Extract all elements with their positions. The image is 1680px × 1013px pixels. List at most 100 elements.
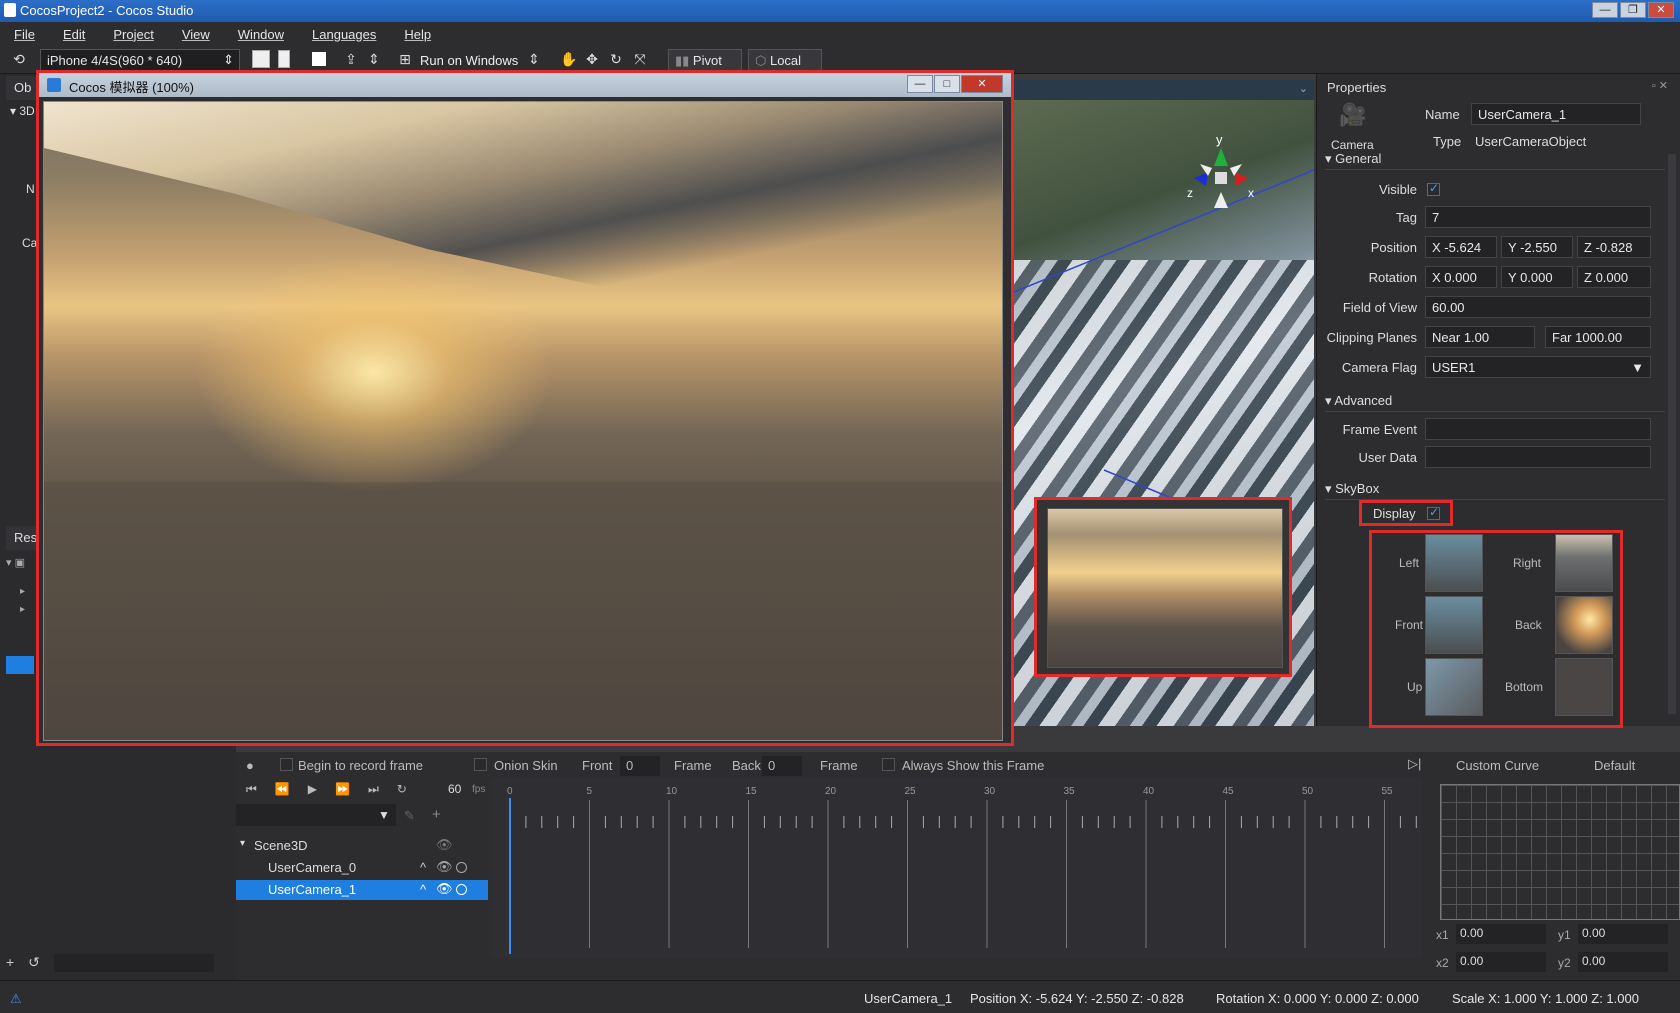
panel-pin-close-icons[interactable]: ▫ ✕ bbox=[1652, 79, 1668, 92]
record-checkbox[interactable] bbox=[280, 758, 293, 771]
chevron-updown-icon[interactable]: ⇕ bbox=[525, 50, 543, 68]
rotation-y-field[interactable]: Y 0.000 bbox=[1501, 266, 1573, 288]
sim-close-button[interactable]: ✕ bbox=[961, 75, 1003, 93]
timeline-ruler[interactable]: 0 5 10 15 20 25 30 35 40 45 50 55 bbox=[492, 778, 1433, 958]
section-general[interactable]: ▾ General bbox=[1325, 148, 1665, 170]
x2-field[interactable]: 0.00 bbox=[1456, 952, 1546, 972]
refresh-icon[interactable]: ↺ bbox=[28, 954, 40, 970]
lock-circle-icon[interactable] bbox=[456, 862, 467, 873]
add-icon[interactable]: + bbox=[6, 954, 14, 970]
rotate-device-icon[interactable]: ⟲ bbox=[10, 50, 28, 68]
camera-flag-select[interactable]: USER1 ▼ bbox=[1425, 356, 1651, 378]
section-advanced[interactable]: ▾ Advanced bbox=[1325, 390, 1665, 412]
simulator-window[interactable]: Cocos 模拟器 (100%) — □ ✕ bbox=[36, 70, 1014, 746]
move-tool-icon[interactable]: ✥ bbox=[583, 50, 601, 68]
local-button[interactable]: ⬡ Local bbox=[748, 49, 822, 71]
warning-icon[interactable]: ⚠ bbox=[10, 991, 22, 1007]
always-show-checkbox[interactable] bbox=[882, 758, 895, 771]
eye-icon[interactable]: 👁 bbox=[436, 881, 453, 897]
properties-scrollbar[interactable] bbox=[1668, 154, 1676, 714]
gizmo-center[interactable] bbox=[1215, 172, 1227, 184]
chevron-updown-icon[interactable]: ⇕ bbox=[365, 50, 383, 68]
record-icon[interactable]: ● bbox=[246, 758, 254, 773]
device-select[interactable]: iPhone 4/4S(960 * 640) ⇕ bbox=[40, 49, 240, 71]
simulator-titlebar[interactable]: Cocos 模拟器 (100%) — □ ✕ bbox=[39, 73, 1011, 97]
rotation-x-field[interactable]: X 0.000 bbox=[1425, 266, 1497, 288]
curve-grid[interactable] bbox=[1440, 784, 1680, 920]
prev-frame-icon[interactable]: ⏪ bbox=[275, 782, 290, 797]
axis-z-cone[interactable] bbox=[1194, 172, 1208, 186]
play-icon[interactable]: ▶ bbox=[308, 782, 317, 797]
sim-minimize-button[interactable]: — bbox=[907, 75, 933, 93]
user-data-field[interactable] bbox=[1425, 446, 1651, 468]
face-front-thumb[interactable] bbox=[1425, 596, 1483, 654]
hand-tool-icon[interactable]: ✋ bbox=[560, 50, 578, 68]
fov-field[interactable]: 60.00 bbox=[1425, 296, 1651, 318]
next-frame-icon[interactable]: ⏩ bbox=[335, 782, 350, 797]
menu-edit[interactable]: Edit bbox=[63, 27, 85, 42]
face-right-thumb[interactable] bbox=[1555, 534, 1613, 592]
face-bottom-thumb[interactable] bbox=[1555, 658, 1613, 716]
pivot-button[interactable]: ▮▮ Pivot bbox=[668, 49, 742, 71]
chevron-down-icon[interactable]: ⌄ bbox=[1299, 82, 1308, 95]
position-z-field[interactable]: Z -0.828 bbox=[1577, 236, 1651, 258]
axis-neg-y-cone[interactable] bbox=[1214, 192, 1228, 208]
chevron-up-icon[interactable]: ^ bbox=[420, 882, 426, 897]
close-button[interactable]: ✕ bbox=[1648, 2, 1674, 18]
first-frame-icon[interactable]: ⏮ bbox=[246, 782, 257, 797]
axis-x-cone[interactable] bbox=[1234, 172, 1248, 186]
y2-field[interactable]: 0.00 bbox=[1578, 952, 1668, 972]
rotate-tool-icon[interactable]: ↻ bbox=[607, 50, 625, 68]
chevron-up-icon[interactable]: ^ bbox=[420, 860, 426, 875]
menu-help[interactable]: Help bbox=[404, 27, 431, 42]
dropdown-arrow-icon[interactable]: ▼ bbox=[378, 808, 390, 822]
tree-item-3d[interactable]: ▾ 3D bbox=[10, 104, 35, 118]
publish-icon[interactable]: ⇪ bbox=[342, 50, 360, 68]
front-field[interactable]: 0 bbox=[620, 756, 660, 776]
tree-row-usercamera-1-selected[interactable]: UserCamera_1 ^ 👁 bbox=[236, 880, 488, 900]
loop-icon[interactable]: ↻ bbox=[397, 782, 407, 797]
run-target-label[interactable]: Run on Windows bbox=[420, 53, 518, 68]
landscape-icon[interactable] bbox=[252, 50, 270, 68]
frame-event-field[interactable] bbox=[1425, 418, 1651, 440]
search-input[interactable] bbox=[53, 954, 214, 973]
lock-circle-icon[interactable] bbox=[456, 884, 467, 895]
scale-tool-icon[interactable]: ⤧ bbox=[631, 50, 649, 68]
minimize-button[interactable]: — bbox=[1592, 2, 1618, 18]
menu-languages[interactable]: Languages bbox=[312, 27, 376, 42]
face-back-thumb[interactable] bbox=[1555, 596, 1613, 654]
animation-select[interactable] bbox=[236, 804, 396, 826]
fps-value[interactable]: 60 bbox=[448, 782, 461, 796]
name-field[interactable]: UserCamera_1 bbox=[1471, 103, 1641, 125]
axis-y-cone[interactable] bbox=[1214, 148, 1228, 166]
face-up-thumb[interactable] bbox=[1425, 658, 1483, 716]
menu-project[interactable]: Project bbox=[113, 27, 153, 42]
eye-icon[interactable]: 👁 bbox=[436, 859, 453, 875]
add-icon[interactable]: + bbox=[432, 806, 441, 823]
menu-view[interactable]: View bbox=[182, 27, 210, 42]
display-checkbox[interactable] bbox=[1427, 505, 1440, 520]
rotation-z-field[interactable]: Z 0.000 bbox=[1577, 266, 1651, 288]
position-y-field[interactable]: Y -2.550 bbox=[1501, 236, 1573, 258]
menu-file[interactable]: File bbox=[14, 27, 35, 42]
expand-arrow-icon[interactable]: ▾ bbox=[240, 838, 245, 849]
back-field[interactable]: 0 bbox=[762, 756, 802, 776]
expand-arrow-icon[interactable]: ▸ bbox=[20, 586, 25, 597]
sim-maximize-button[interactable]: □ bbox=[934, 75, 960, 93]
section-skybox[interactable]: ▾ SkyBox bbox=[1325, 478, 1665, 500]
expand-arrow-icon[interactable]: ▸ bbox=[20, 604, 25, 615]
face-left-thumb[interactable] bbox=[1425, 534, 1483, 592]
tree-row-usercamera-0[interactable]: UserCamera_0 ^ 👁 bbox=[236, 858, 488, 878]
tree-row-scene3d[interactable]: ▾ Scene3D 👁 bbox=[236, 836, 488, 856]
maximize-button[interactable]: ❐ bbox=[1620, 2, 1646, 18]
edit-icon[interactable]: ✎ bbox=[404, 808, 415, 824]
position-x-field[interactable]: X -5.624 bbox=[1425, 236, 1497, 258]
orientation-gizmo[interactable]: y z x bbox=[1186, 134, 1256, 214]
selected-resource-row[interactable] bbox=[6, 656, 34, 674]
curve-preset-select[interactable]: Default bbox=[1594, 758, 1635, 773]
last-frame-icon[interactable]: ⏭ bbox=[368, 782, 379, 797]
tag-field[interactable]: 7 bbox=[1425, 206, 1651, 228]
portrait-icon[interactable] bbox=[278, 50, 290, 68]
simulator-skybox-render[interactable] bbox=[43, 101, 1003, 741]
menu-window[interactable]: Window bbox=[238, 27, 284, 42]
